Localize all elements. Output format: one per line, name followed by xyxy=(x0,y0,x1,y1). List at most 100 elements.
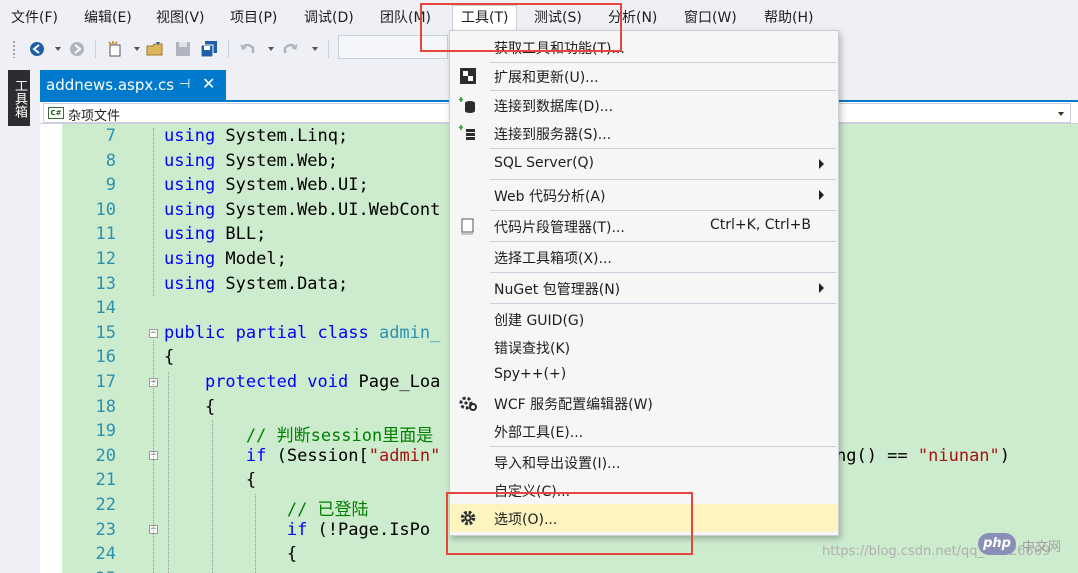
submenu-arrow-icon xyxy=(819,283,824,293)
line-number: 8 xyxy=(105,151,116,171)
menu-item-choose-toolbox-items[interactable]: 选择工具箱项(X)... xyxy=(450,243,838,271)
code-line[interactable]: { xyxy=(164,347,174,367)
line-number: 18 xyxy=(95,397,116,417)
menu-item-create-guid[interactable]: 创建 GUID(G) xyxy=(450,305,838,333)
menu-item-web-code-analysis[interactable]: Web 代码分析(A) xyxy=(450,181,838,209)
close-icon[interactable]: ✕ xyxy=(202,74,215,93)
line-number: 20 xyxy=(95,446,116,466)
csharp-file-icon: C# xyxy=(48,107,64,119)
menu-item-sql-server[interactable]: SQL Server(Q) xyxy=(450,150,838,178)
project-combo-label: 杂项文件 xyxy=(68,109,121,124)
outline-guide xyxy=(153,340,154,573)
line-number: 10 xyxy=(95,200,116,220)
menu-item-extensions[interactable]: 扩展和更新(U)... xyxy=(450,62,838,90)
menu-item-spy[interactable]: Spy++(+) xyxy=(450,361,838,389)
menu-item-error-lookup[interactable]: 错误查找(K) xyxy=(450,333,838,361)
extensions-icon xyxy=(460,68,476,84)
line-number: 7 xyxy=(105,126,116,146)
menu-view[interactable]: 视图(V) xyxy=(156,9,205,27)
code-line[interactable]: { xyxy=(164,397,215,417)
line-number: 25 xyxy=(62,569,116,573)
line-number: 16 xyxy=(95,347,116,367)
code-line[interactable]: // 判断session里面是 xyxy=(164,421,433,446)
code-line[interactable]: public partial class admin_ xyxy=(164,323,440,343)
undo-icon[interactable] xyxy=(238,40,256,58)
menu-project[interactable]: 项目(P) xyxy=(230,9,277,27)
code-line[interactable]: using BLL; xyxy=(164,224,266,244)
submenu-arrow-icon xyxy=(819,190,824,200)
line-number: 12 xyxy=(95,249,116,269)
code-line[interactable]: using System.Web.UI.WebCont xyxy=(164,200,440,220)
line-number: 24 xyxy=(95,544,116,564)
code-line[interactable]: { xyxy=(164,470,256,490)
wcf-config-icon xyxy=(459,396,477,411)
line-number: 19 xyxy=(95,421,116,441)
menu-debug[interactable]: 调试(D) xyxy=(304,9,354,27)
code-line[interactable]: if (Session["admin" xyxy=(164,446,441,466)
document-tab-title: addnews.aspx.cs xyxy=(46,76,175,94)
pin-icon[interactable]: ⊣ xyxy=(179,77,190,92)
line-number: 23 xyxy=(95,520,116,540)
menu-separator xyxy=(490,446,836,447)
menu-item-wcf-config[interactable]: WCF 服务配置编辑器(W) xyxy=(450,389,838,417)
code-line[interactable]: protected void Page_Loa xyxy=(164,372,440,392)
menu-item-snippet-manager[interactable]: 代码片段管理器(T)... Ctrl+K, Ctrl+B xyxy=(450,212,838,240)
menu-item-connect-database[interactable]: 连接到数据库(D)... xyxy=(450,91,838,119)
line-number: 15 xyxy=(95,323,116,343)
toolbox-tab[interactable]: 工具箱 xyxy=(8,70,30,126)
new-project-icon[interactable] xyxy=(106,40,124,58)
code-line[interactable]: // 绑定新闻分类 xyxy=(164,569,460,573)
snippet-icon xyxy=(461,218,474,235)
code-line[interactable]: if (!Page.IsPo xyxy=(164,520,430,540)
menu-item-connect-server[interactable]: 连接到服务器(S)... xyxy=(450,119,838,147)
highlight-box-options xyxy=(446,492,693,555)
code-line[interactable]: using System.Web.UI; xyxy=(164,175,369,195)
outline-guide xyxy=(153,128,154,296)
menu-item-import-export[interactable]: 导入和导出设置(I)... xyxy=(450,448,838,476)
menu-window[interactable]: 窗口(W) xyxy=(684,9,737,27)
code-line[interactable]: using System.Data; xyxy=(164,274,348,294)
menu-separator xyxy=(490,179,836,180)
forward-icon[interactable] xyxy=(68,40,86,58)
toolbar-separator xyxy=(228,40,229,58)
chevron-down-icon[interactable] xyxy=(1058,112,1064,116)
menu-help[interactable]: 帮助(H) xyxy=(764,9,813,27)
code-line[interactable]: using Model; xyxy=(164,249,287,269)
undo-dropdown-icon[interactable] xyxy=(268,47,274,51)
menu-separator xyxy=(490,303,836,304)
menu-separator xyxy=(490,272,836,273)
code-line[interactable]: using System.Linq; xyxy=(164,126,348,146)
redo-icon[interactable] xyxy=(282,40,300,58)
save-icon[interactable] xyxy=(174,40,192,58)
document-tab[interactable]: addnews.aspx.cs ⊣ ✕ xyxy=(40,70,226,100)
toolbar-separator xyxy=(95,40,96,58)
toolbar-separator xyxy=(328,40,329,58)
line-number: 9 xyxy=(105,175,116,195)
back-dropdown-icon[interactable] xyxy=(55,47,61,51)
watermark-logo: php xyxy=(978,533,1016,555)
menu-file[interactable]: 文件(F) xyxy=(11,9,58,27)
fold-toggle-icon[interactable]: − xyxy=(149,329,158,338)
menu-edit[interactable]: 编辑(E) xyxy=(84,9,132,27)
code-line-20-tail: ng() == "niunan") xyxy=(836,446,1011,466)
code-line[interactable]: using System.Web; xyxy=(164,151,338,171)
connect-database-icon xyxy=(459,97,475,113)
code-line[interactable]: { xyxy=(164,544,297,564)
line-number: 17 xyxy=(95,372,116,392)
code-line[interactable]: // 已登陆 xyxy=(164,495,369,520)
save-all-icon[interactable] xyxy=(200,40,218,58)
toolbox-strip: 工具箱 xyxy=(0,64,40,573)
watermark-site: 中文网 xyxy=(1022,540,1062,555)
connect-server-icon xyxy=(459,125,475,140)
menu-separator xyxy=(490,241,836,242)
back-icon[interactable] xyxy=(28,40,46,58)
redo-dropdown-icon[interactable] xyxy=(312,47,318,51)
new-dropdown-icon[interactable] xyxy=(134,47,140,51)
selection-margin xyxy=(40,124,62,573)
toolbar-grip[interactable] xyxy=(12,40,16,58)
line-number: 14 xyxy=(95,298,116,318)
indent-guide xyxy=(168,372,169,573)
menu-item-external-tools[interactable]: 外部工具(E)... xyxy=(450,417,838,445)
menu-item-nuget[interactable]: NuGet 包管理器(N) xyxy=(450,274,838,302)
open-folder-icon[interactable] xyxy=(146,40,164,58)
